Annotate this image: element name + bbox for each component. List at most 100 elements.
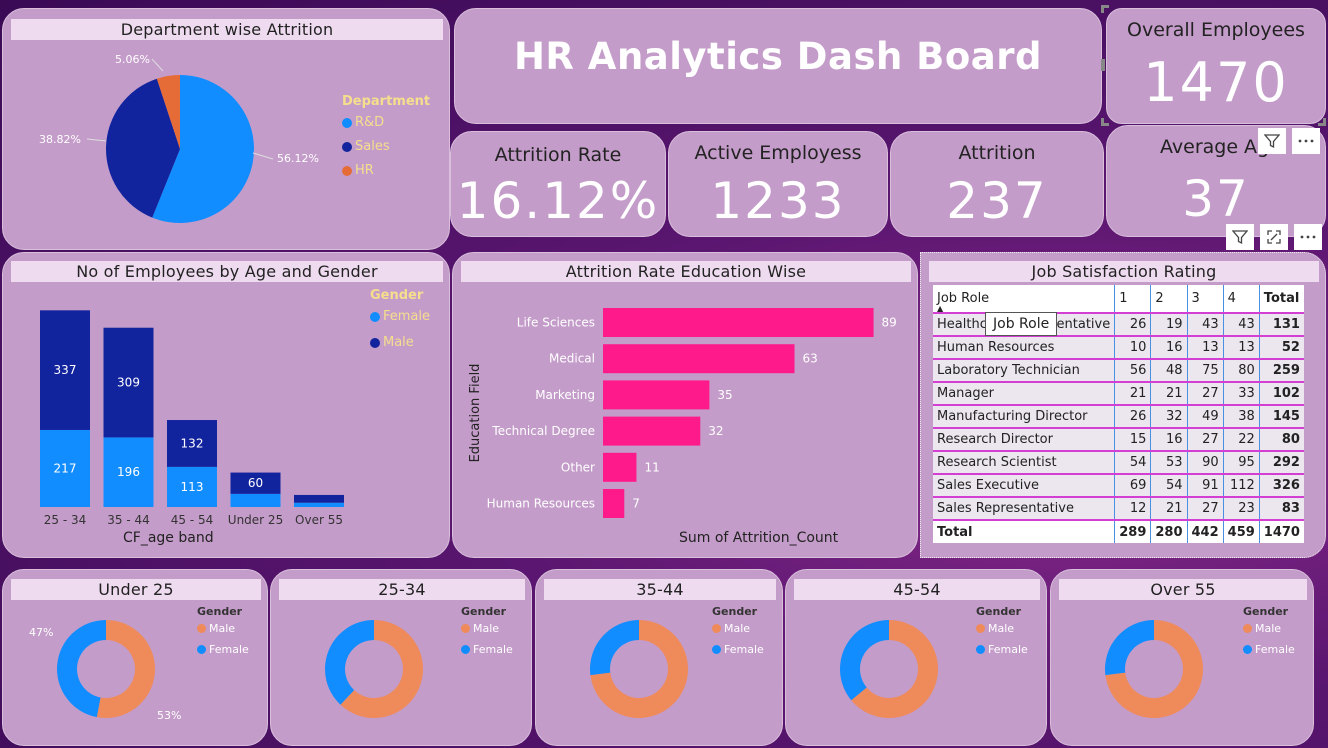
attrition-value: 237 bbox=[946, 172, 1048, 230]
education-bar[interactable] bbox=[603, 452, 637, 482]
table-row[interactable]: Manufacturing Director 26 32 49 38 145 bbox=[933, 405, 1304, 429]
total-value: 289 bbox=[1114, 520, 1151, 543]
donut-slice-female[interactable] bbox=[590, 620, 639, 676]
filter-icon[interactable] bbox=[1226, 224, 1254, 250]
rating-cell: 112 bbox=[1222, 474, 1260, 498]
table-row[interactable]: Human Resources 10 16 13 13 52 bbox=[933, 336, 1304, 360]
education-bar-chart: Life Sciences 89 Medical 63 Marketing 35 Techn… bbox=[468, 308, 897, 518]
age-donut-card[interactable]: 35-4427%73% Gender Male Female bbox=[535, 569, 783, 746]
gender-donut-chart: 47% 53% bbox=[29, 620, 181, 722]
bar-data-label: 60 bbox=[248, 476, 263, 490]
sort-ascending-icon[interactable]: ▲ bbox=[937, 304, 943, 313]
column-header-2[interactable]: 2 bbox=[1150, 285, 1188, 314]
gender-donut-chart: 27%73% bbox=[1105, 620, 1203, 718]
pie-leader-line bbox=[151, 58, 164, 72]
age-donut-card[interactable]: Under 25 47% 53% Gender Male Female bbox=[2, 569, 268, 746]
age-gender-legend: Gender Female Male bbox=[370, 288, 430, 350]
x-tick-label: 25 - 34 bbox=[44, 513, 87, 527]
active-employees-value: 1233 bbox=[710, 172, 846, 230]
y-tick-label: Medical bbox=[549, 352, 595, 366]
more-options-icon[interactable] bbox=[1292, 128, 1320, 154]
active-employees-card[interactable]: Active Employess 1233 bbox=[668, 131, 888, 237]
filter-icon[interactable] bbox=[1258, 128, 1286, 154]
age-donut-card[interactable]: 25-3438%62% Gender Male Female bbox=[270, 569, 532, 746]
job-role-cell: Sales Executive bbox=[933, 474, 1115, 498]
rating-cell: 69 bbox=[1114, 474, 1151, 498]
donut-legend-title: Gender bbox=[712, 605, 758, 618]
y-tick-label: Life Sciences bbox=[517, 316, 595, 330]
table-row[interactable]: Sales Representative 12 21 27 23 83 bbox=[933, 497, 1304, 521]
donut-slice-female[interactable] bbox=[56, 620, 106, 718]
donut-slice-female[interactable] bbox=[840, 620, 889, 701]
rating-cell: 32 bbox=[1150, 405, 1188, 429]
column-header-3[interactable]: 3 bbox=[1186, 285, 1224, 314]
table-row[interactable]: Research Scientist 54 53 90 95 292 bbox=[933, 451, 1304, 475]
age-donut-card[interactable]: Over 5527%73% Gender Male Female bbox=[1050, 569, 1314, 746]
total-cell: 80 bbox=[1258, 428, 1304, 452]
legend-item-sales: Sales bbox=[342, 139, 430, 154]
bar-data-label: 337 bbox=[54, 363, 77, 377]
donut-slice-female[interactable] bbox=[1105, 620, 1154, 676]
legend-item-female: Female bbox=[1243, 643, 1295, 656]
total-value: 1470 bbox=[1258, 520, 1304, 543]
education-bar[interactable] bbox=[603, 380, 710, 410]
total-value: 280 bbox=[1150, 520, 1188, 543]
focus-mode-icon[interactable] bbox=[1260, 224, 1288, 250]
education-bar[interactable] bbox=[603, 489, 625, 518]
total-cell: 326 bbox=[1258, 474, 1304, 498]
attrition-rate-card[interactable]: Attrition Rate 16.12% bbox=[450, 131, 666, 237]
rating-cell: 33 bbox=[1222, 382, 1260, 406]
age-gender-card[interactable]: No of Employees by Age and Gender 217 337… bbox=[2, 252, 450, 558]
bar-data-label: 196 bbox=[117, 465, 140, 479]
donut-legend: Gender Male Female bbox=[712, 605, 764, 656]
age-donut-card[interactable]: 45-5436%64% Gender Male Female bbox=[785, 569, 1047, 746]
bar-female[interactable] bbox=[294, 502, 344, 507]
total-cell: 145 bbox=[1258, 405, 1304, 429]
gender-donut-chart: 38%62% bbox=[325, 620, 423, 718]
rating-cell: 21 bbox=[1150, 382, 1188, 406]
education-bar[interactable] bbox=[603, 344, 795, 374]
rating-cell: 21 bbox=[1150, 497, 1188, 521]
table-row[interactable]: Research Director 15 16 27 22 80 bbox=[933, 428, 1304, 452]
education-bar[interactable] bbox=[603, 308, 874, 337]
total-cell: 259 bbox=[1258, 359, 1304, 383]
job-role-cell: Sales Representative bbox=[933, 497, 1115, 521]
donut-slice-female[interactable] bbox=[325, 620, 374, 705]
rating-cell: 10 bbox=[1114, 336, 1151, 360]
more-options-icon[interactable] bbox=[1294, 224, 1322, 250]
overall-employees-card[interactable]: Overall Employees 1470 bbox=[1106, 8, 1326, 124]
rating-cell: 75 bbox=[1186, 359, 1224, 383]
donut-legend: Gender Male Female bbox=[197, 605, 249, 656]
column-header-1[interactable]: 1 bbox=[1114, 285, 1151, 314]
table-row[interactable]: Sales Executive 69 54 91 112 326 bbox=[933, 474, 1304, 498]
overall-employees-value: 1470 bbox=[1143, 51, 1289, 114]
column-header-4[interactable]: 4 bbox=[1222, 285, 1260, 314]
average-age-value: 37 bbox=[1182, 170, 1250, 228]
selection-handle-left[interactable] bbox=[1101, 59, 1105, 71]
rating-cell: 53 bbox=[1150, 451, 1188, 475]
bar-male[interactable] bbox=[294, 494, 344, 503]
rating-cell: 26 bbox=[1114, 313, 1151, 337]
table-total-row: Total 289 280 442 459 1470 bbox=[933, 520, 1304, 543]
y-tick-label: Technical Degree bbox=[491, 424, 595, 438]
table-row[interactable]: Manager 21 21 27 33 102 bbox=[933, 382, 1304, 406]
bar-data-label: 217 bbox=[54, 461, 77, 475]
rating-cell: 15 bbox=[1114, 428, 1151, 452]
column-header-total[interactable]: Total bbox=[1258, 285, 1304, 314]
attrition-card[interactable]: Attrition 237 bbox=[890, 131, 1104, 237]
table-row[interactable]: Laboratory Technician 56 48 75 80 259 bbox=[933, 359, 1304, 383]
education-ylabel: Education Field bbox=[468, 364, 483, 463]
bar-data-label: 309 bbox=[117, 376, 140, 390]
bar-female[interactable] bbox=[230, 493, 281, 507]
education-bar[interactable] bbox=[603, 416, 701, 446]
department-attrition-card[interactable]: Department wise Attrition 56.12% 38.82% 5.… bbox=[2, 8, 450, 250]
legend-item-female: Female bbox=[370, 309, 430, 324]
job-role-cell: Manager bbox=[933, 382, 1115, 406]
legend-item-female: Female bbox=[976, 643, 1028, 656]
column-header-job-role[interactable]: Job Role ▲ bbox=[933, 285, 1115, 314]
rating-cell: 48 bbox=[1150, 359, 1188, 383]
total-cell: 131 bbox=[1258, 313, 1304, 337]
total-cell: 83 bbox=[1258, 497, 1304, 521]
donut-label-female: 47% bbox=[29, 626, 53, 639]
education-card[interactable]: Attrition Rate Education Wise Life Scien… bbox=[452, 252, 918, 558]
